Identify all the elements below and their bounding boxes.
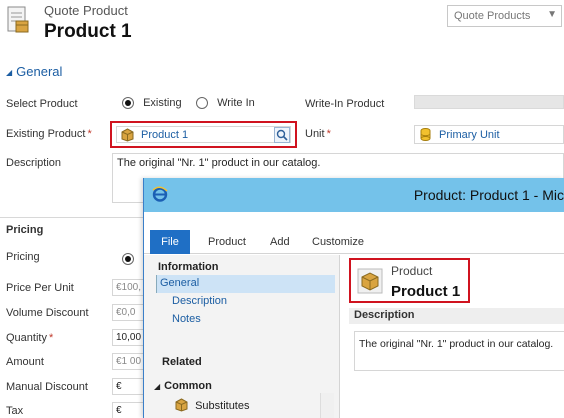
lookup-search-icon[interactable] [274, 127, 290, 146]
existing-radio-group[interactable]: Existing [122, 97, 182, 110]
writein-radio-group[interactable]: Write In [196, 97, 255, 110]
writein-radio-label: Write In [217, 97, 255, 109]
price-per-unit-label: Price Per Unit [6, 282, 74, 294]
product-box-icon [120, 128, 135, 145]
existing-product-value[interactable]: Product 1 [141, 129, 188, 141]
amount-label: Amount [6, 356, 44, 368]
unit-lookup[interactable]: Primary Unit [414, 125, 564, 144]
unit-value[interactable]: Primary Unit [439, 129, 500, 141]
popup-description-label: Description [354, 309, 415, 321]
select-product-label: Select Product [6, 98, 78, 110]
quantity-label: Quantity * [6, 332, 54, 344]
nav-related-heading: Related [162, 356, 202, 368]
pricing-section-title: Pricing [6, 224, 44, 236]
general-section-toggle[interactable]: ◢ General [6, 64, 62, 79]
form-selector-dropdown[interactable]: Quote Products ▼ [447, 5, 562, 27]
ribbon-tab-add[interactable]: Add [270, 236, 290, 248]
volume-discount-label: Volume Discount [6, 307, 89, 319]
description-label: Description [6, 157, 62, 169]
popup-record-title: Product 1 [391, 283, 461, 300]
product-box-icon [174, 398, 189, 415]
unit-label: Unit * [305, 128, 331, 140]
ribbon-tab-product[interactable]: Product [208, 236, 246, 248]
unit-icon [420, 128, 431, 144]
pricing-radio[interactable] [122, 253, 134, 266]
record-title: Product 1 [44, 21, 132, 42]
general-section-title: General [16, 64, 63, 79]
writein-product-field[interactable] [414, 95, 564, 109]
pricing-label: Pricing [6, 251, 40, 263]
nav-item-substitutes[interactable]: Substitutes [174, 398, 249, 415]
existing-product-lookup[interactable]: Product 1 [110, 121, 297, 148]
writein-radio[interactable] [196, 97, 208, 110]
popup-window-title: Product: Product 1 - Mic [413, 187, 564, 203]
writein-product-label: Write-In Product [305, 98, 385, 110]
entity-type-label: Quote Product [44, 3, 128, 18]
product-entity-icon [357, 268, 383, 297]
existing-product-label: Existing Product * [6, 128, 92, 140]
existing-radio-label: Existing [143, 97, 182, 109]
product-popup-window[interactable]: Product: Product 1 - Mic File Product Ad… [143, 178, 564, 418]
browser-e-icon [151, 185, 169, 203]
popup-description-field[interactable]: The original "Nr. 1" product in our cata… [354, 331, 564, 371]
existing-radio[interactable] [122, 97, 134, 110]
ribbon-tab-customize[interactable]: Customize [312, 236, 364, 248]
ribbon-tab-file[interactable]: File [150, 230, 190, 254]
tax-label: Tax [6, 405, 24, 417]
nav-information-heading: Information [158, 261, 219, 273]
nav-item-notes[interactable]: Notes [172, 313, 201, 325]
form-selector-value: Quote Products [454, 10, 531, 22]
chevron-down-icon: ▼ [547, 9, 557, 20]
nav-item-description[interactable]: Description [172, 295, 227, 307]
manual-discount-label: Manual Discount [6, 381, 88, 393]
collapse-triangle-icon: ◢ [6, 68, 13, 77]
collapse-triangle-icon: ◢ [154, 382, 161, 391]
popup-entity-type: Product [391, 264, 433, 278]
nav-scrollbar[interactable] [320, 393, 334, 418]
nav-item-general[interactable]: General [156, 275, 335, 293]
pricing-divider [0, 217, 150, 218]
quote-product-icon [6, 5, 30, 35]
nav-common-heading[interactable]: ◢ Common [154, 380, 212, 392]
